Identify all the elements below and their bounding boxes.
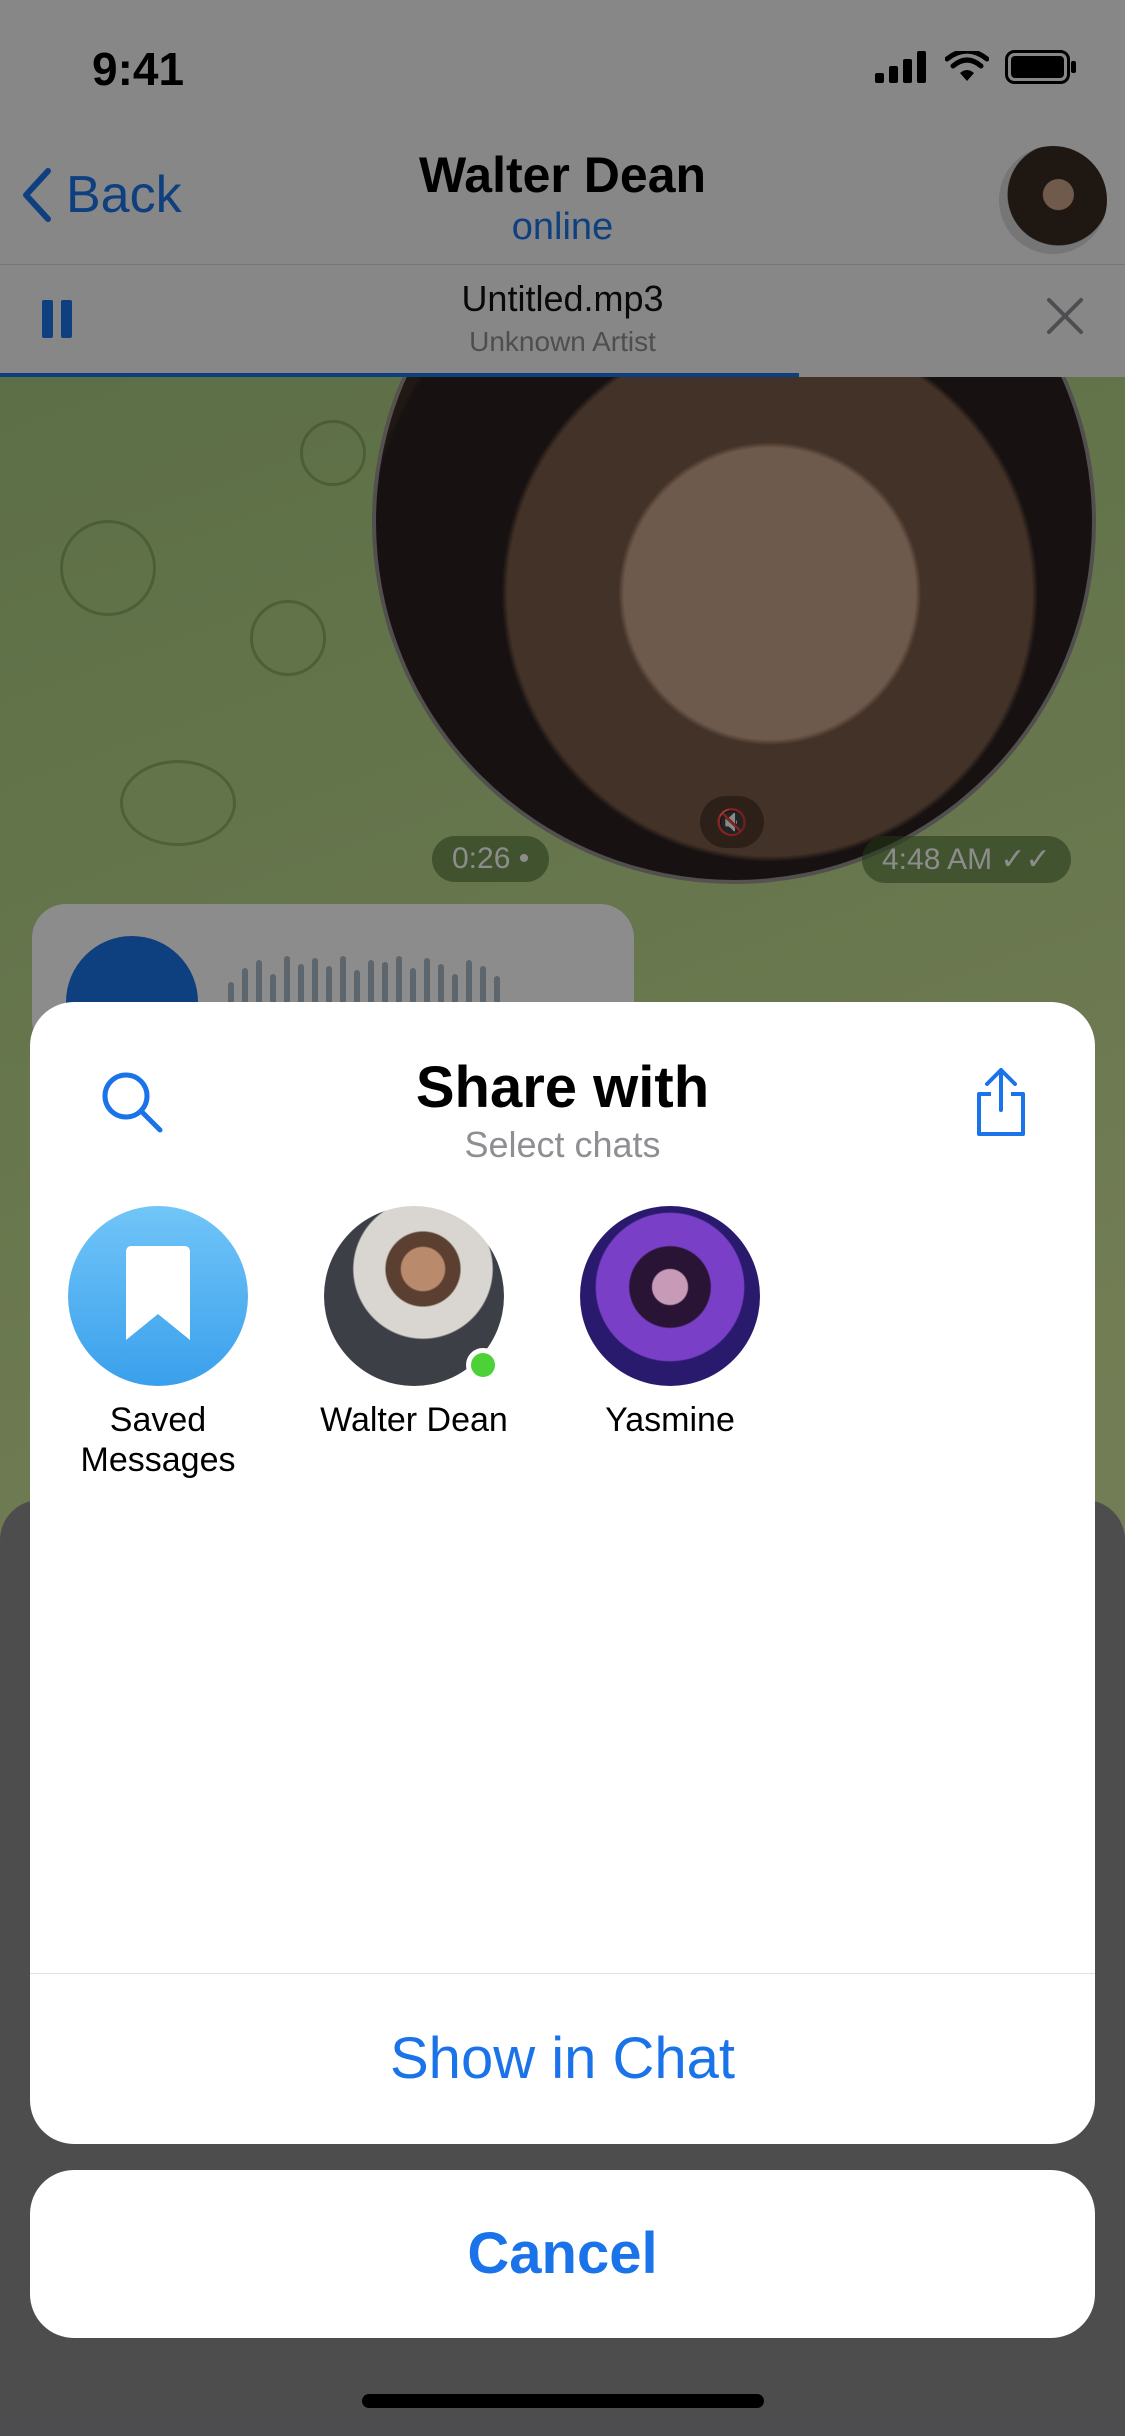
- saved-messages-avatar: [68, 1206, 248, 1386]
- show-in-chat-button[interactable]: Show in Chat: [30, 1974, 1095, 2144]
- avatar: [324, 1206, 504, 1386]
- bookmark-icon: [126, 1246, 190, 1340]
- contact-saved-messages[interactable]: Saved Messages: [68, 1206, 248, 1480]
- sheet-title: Share with: [415, 1055, 710, 1120]
- contact-yasmine[interactable]: Yasmine: [580, 1206, 760, 1480]
- cancel-button[interactable]: Cancel: [30, 2170, 1095, 2338]
- contact-walter-dean[interactable]: Walter Dean: [320, 1206, 508, 1480]
- avatar: [580, 1206, 760, 1386]
- share-icon[interactable]: [973, 1066, 1029, 1138]
- contact-list: Saved Messages Walter Dean Yasmine: [68, 1206, 760, 1480]
- contact-name: Walter Dean: [320, 1401, 508, 1439]
- sheet-subtitle: Select chats: [464, 1124, 661, 1165]
- home-indicator[interactable]: [362, 2394, 764, 2408]
- share-sheet: Share with Select chats Saved Messages W…: [30, 1002, 1095, 2144]
- contact-name: Yasmine: [605, 1401, 735, 1439]
- online-indicator: [466, 1348, 500, 1382]
- contact-name: Saved Messages: [80, 1401, 236, 1479]
